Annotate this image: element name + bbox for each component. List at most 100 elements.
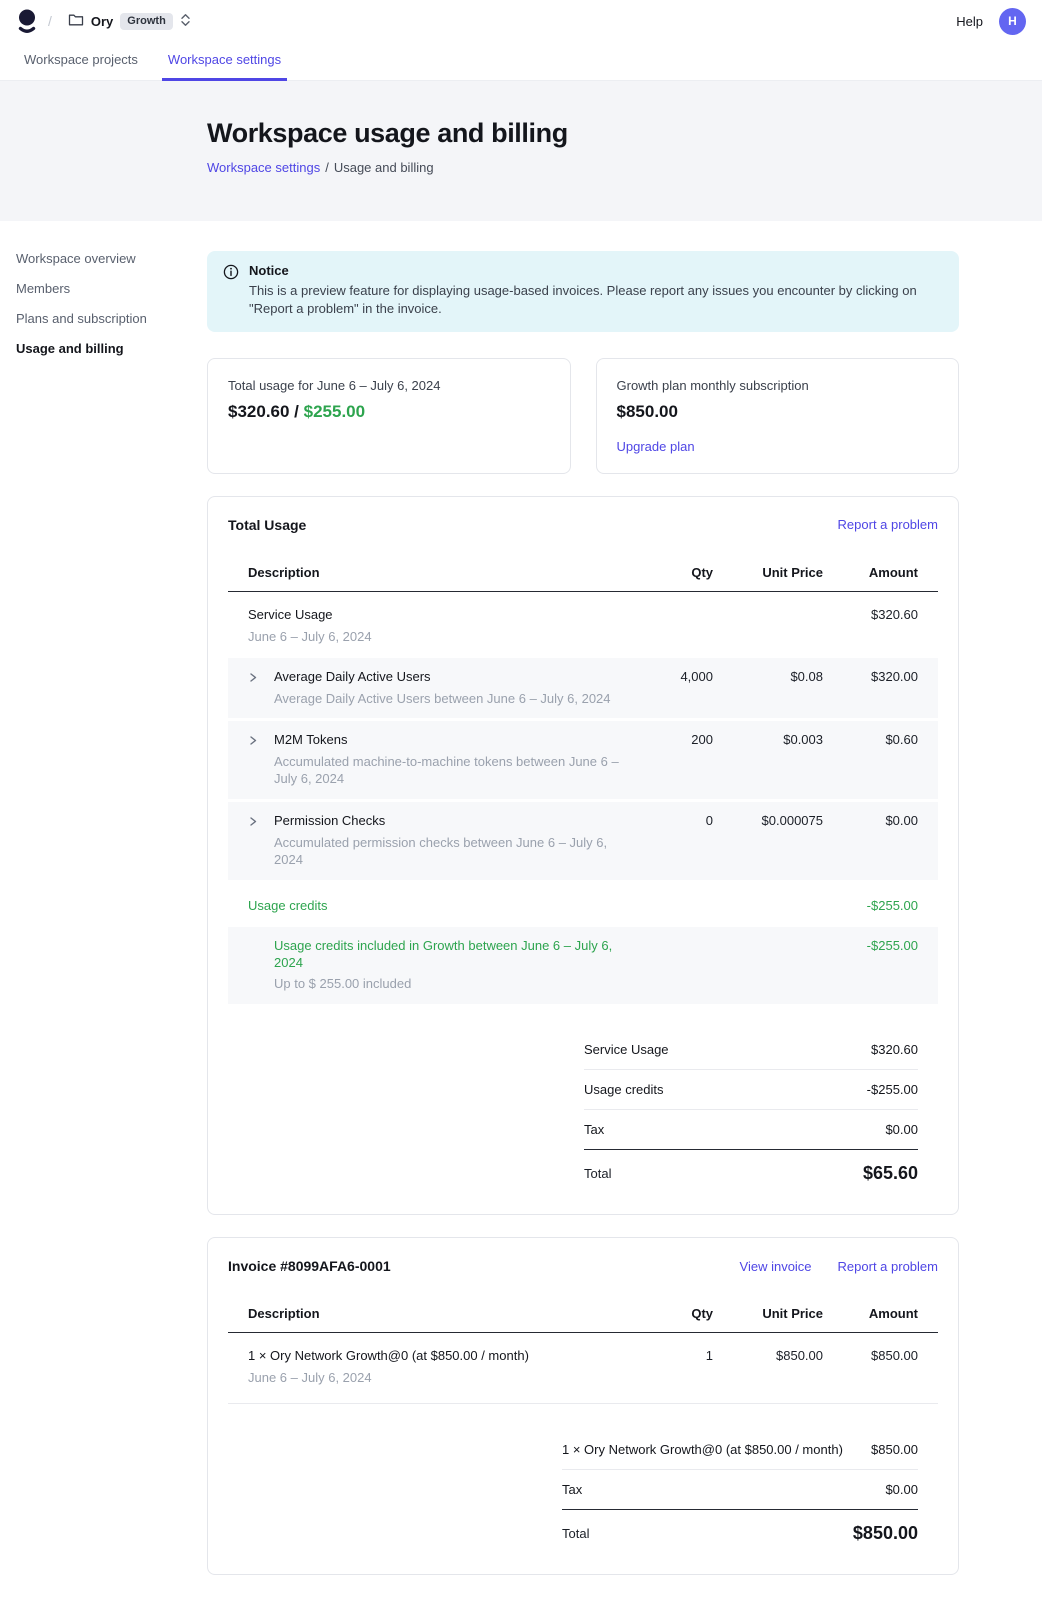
info-icon [223, 264, 239, 319]
line-item-text: Average Daily Active Users Average Daily… [274, 669, 611, 708]
breadcrumb: Workspace settings/Usage and billing [207, 160, 1042, 175]
row-amount: -$255.00 [823, 898, 918, 913]
summary-row-service-usage: Service Usage $320.60 [584, 1030, 918, 1070]
service-usage-row: Service Usage June 6 – July 6, 2024 $320… [228, 592, 938, 658]
help-link[interactable]: Help [956, 14, 983, 29]
line-item-permission-checks[interactable]: Permission Checks Accumulated permission… [228, 802, 938, 880]
row-title: Usage credits [248, 898, 625, 915]
usage-credit-amount: $255.00 [304, 402, 365, 421]
content: Workspace overview Members Plans and sub… [0, 221, 1042, 1619]
usage-table: Description Qty Unit Price Amount Servic… [228, 555, 938, 1004]
summary-value: $320.60 [871, 1042, 918, 1057]
summary-label: Tax [584, 1122, 616, 1137]
usage-panel-title: Total Usage [228, 517, 306, 533]
summary-row-usage-credits: Usage credits -$255.00 [584, 1070, 918, 1110]
line-item-description: M2M Tokens Accumulated machine-to-machin… [248, 732, 625, 788]
total-usage-amount: $320.60 / $255.00 [228, 402, 550, 422]
avatar[interactable]: H [999, 8, 1026, 35]
usage-amount: $320.60 [228, 402, 289, 421]
invoice-line-description: 1 × Ory Network Growth@0 (at $850.00 / m… [248, 1348, 625, 1387]
summary-total-row: Total $850.00 [562, 1510, 918, 1544]
invoice-title: Invoice #8099AFA6-0001 [228, 1258, 391, 1274]
invoice-links: View invoice Report a problem [740, 1259, 938, 1274]
total-value: $65.60 [863, 1163, 918, 1184]
path-separator: / [48, 13, 52, 29]
total-usage-panel: Total Usage Report a problem Description… [207, 496, 959, 1215]
settings-sidebar: Workspace overview Members Plans and sub… [0, 221, 207, 371]
sidebar-item-plans-and-subscription[interactable]: Plans and subscription [16, 311, 197, 328]
row-qty: 4,000 [625, 669, 713, 684]
summary-total-row: Total $65.60 [584, 1150, 918, 1184]
notice-body: This is a preview feature for displaying… [249, 282, 925, 319]
chevron-right-icon[interactable] [248, 813, 274, 830]
usage-credits-row: Usage credits -$255.00 [228, 883, 938, 927]
invoice-panel: Invoice #8099AFA6-0001 View invoice Repo… [207, 1237, 959, 1575]
upgrade-plan-link[interactable]: Upgrade plan [617, 439, 695, 454]
row-qty: 1 [625, 1348, 713, 1363]
total-label: Total [584, 1166, 611, 1181]
breadcrumb-current: Usage and billing [334, 160, 434, 175]
summary-row-tax: Tax $0.00 [584, 1110, 918, 1150]
row-subtitle: June 6 – July 6, 2024 [248, 1370, 625, 1387]
tab-workspace-projects[interactable]: Workspace projects [18, 42, 144, 81]
tab-workspace-settings[interactable]: Workspace settings [162, 42, 287, 81]
view-invoice-link[interactable]: View invoice [740, 1259, 812, 1274]
summary-value: $850.00 [871, 1442, 918, 1457]
row-subtitle: June 6 – July 6, 2024 [248, 629, 625, 646]
row-title: M2M Tokens [274, 732, 625, 749]
row-amount: $850.00 [823, 1348, 918, 1363]
ory-logo-icon[interactable] [16, 8, 38, 34]
total-usage-card: Total usage for June 6 – July 6, 2024 $3… [207, 358, 571, 474]
row-title: Usage credits included in Growth between… [274, 938, 625, 972]
summary-cards: Total usage for June 6 – July 6, 2024 $3… [207, 358, 959, 474]
subscription-card: Growth plan monthly subscription $850.00… [596, 358, 960, 474]
row-qty: 200 [625, 732, 713, 747]
summary-row-tax: Tax $0.00 [562, 1470, 918, 1510]
row-title: 1 × Ory Network Growth@0 (at $850.00 / m… [248, 1348, 625, 1365]
summary-row-subscription: 1 × Ory Network Growth@0 (at $850.00 / m… [562, 1430, 918, 1470]
usage-credits-detail-row: Usage credits included in Growth between… [228, 927, 938, 1005]
row-unit-price: $0.08 [713, 669, 823, 684]
col-unit-price: Unit Price [713, 1306, 823, 1321]
row-amount: $0.00 [823, 813, 918, 828]
topbar-left: / Ory Growth [16, 8, 197, 34]
invoice-report-problem-link[interactable]: Report a problem [838, 1259, 938, 1274]
row-amount: $320.60 [823, 607, 918, 622]
breadcrumb-link-workspace-settings[interactable]: Workspace settings [207, 160, 320, 175]
row-title: Average Daily Active Users [274, 669, 611, 686]
service-usage-description: Service Usage June 6 – July 6, 2024 [248, 607, 625, 646]
row-qty: 0 [625, 813, 713, 828]
usage-report-problem-link[interactable]: Report a problem [838, 517, 938, 532]
page-title: Workspace usage and billing [207, 118, 1042, 149]
line-item-description: Permission Checks Accumulated permission… [248, 813, 625, 869]
topbar-right: Help H [956, 8, 1026, 35]
notice-content: Notice This is a preview feature for dis… [249, 263, 925, 319]
workspace-switcher[interactable]: Ory Growth [62, 9, 197, 34]
invoice-summary: 1 × Ory Network Growth@0 (at $850.00 / m… [562, 1430, 918, 1544]
page-header: Workspace usage and billing Workspace se… [0, 81, 1042, 221]
col-description: Description [248, 565, 625, 580]
chevron-right-icon[interactable] [248, 732, 274, 749]
summary-label: Usage credits [584, 1082, 675, 1097]
line-item-text: M2M Tokens Accumulated machine-to-machin… [274, 732, 625, 788]
line-item-average-daily-active-users[interactable]: Average Daily Active Users Average Daily… [228, 658, 938, 719]
chevron-updown-icon [180, 13, 191, 30]
col-qty: Qty [625, 565, 713, 580]
usage-table-header: Description Qty Unit Price Amount [228, 555, 938, 592]
invoice-panel-header: Invoice #8099AFA6-0001 View invoice Repo… [228, 1258, 938, 1274]
line-item-m2m-tokens[interactable]: M2M Tokens Accumulated machine-to-machin… [228, 721, 938, 799]
sidebar-item-usage-and-billing[interactable]: Usage and billing [16, 341, 197, 358]
invoice-line-item-row: 1 × Ory Network Growth@0 (at $850.00 / m… [228, 1333, 938, 1404]
chevron-right-icon[interactable] [248, 669, 274, 686]
top-bar: / Ory Growth Help H [0, 0, 1042, 42]
row-subtitle: Up to $ 255.00 included [274, 976, 625, 993]
sidebar-item-members[interactable]: Members [16, 281, 197, 298]
row-title: Service Usage [248, 607, 625, 624]
col-unit-price: Unit Price [713, 565, 823, 580]
sidebar-item-workspace-overview[interactable]: Workspace overview [16, 251, 197, 268]
workspace-name: Ory [91, 14, 113, 29]
line-item-description: Average Daily Active Users Average Daily… [248, 669, 625, 708]
total-value: $850.00 [853, 1523, 918, 1544]
invoice-table-header: Description Qty Unit Price Amount [228, 1296, 938, 1333]
row-amount: -$255.00 [823, 938, 918, 953]
